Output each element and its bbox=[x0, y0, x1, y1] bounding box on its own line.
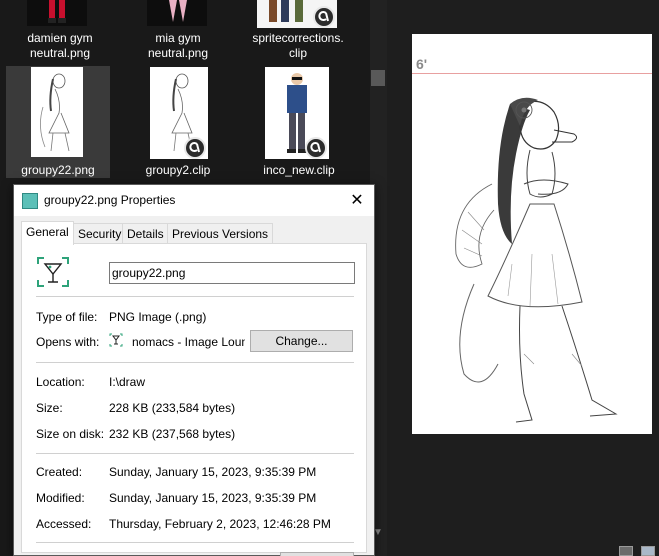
location-label: Location: bbox=[36, 375, 85, 389]
size-on-disk-label: Size on disk: bbox=[36, 427, 105, 441]
general-tab-panel: Type of file: PNG Image (.png) Opens wit… bbox=[21, 243, 367, 553]
thumbnail-groupy2-clip[interactable] bbox=[150, 67, 208, 159]
sketch-drawing-icon bbox=[40, 73, 70, 152]
thumbnail-mia[interactable] bbox=[147, 0, 207, 26]
modified-value: Sunday, January 15, 2023, 9:35:39 PM bbox=[109, 491, 317, 505]
accessed-label: Accessed: bbox=[36, 517, 92, 531]
file-label: groupy2.clip bbox=[145, 163, 211, 177]
file-type-icon bbox=[37, 257, 69, 287]
file-tile-mia-gym[interactable]: mia gym neutral.png bbox=[128, 31, 228, 61]
type-value: PNG Image (.png) bbox=[109, 310, 207, 324]
tab-general[interactable]: General bbox=[21, 221, 74, 245]
close-icon: ✕ bbox=[350, 192, 364, 209]
size-label: Size: bbox=[36, 401, 63, 415]
file-label: mia gym bbox=[155, 31, 201, 45]
dialog-titlebar[interactable]: groupy22.png Properties ✕ bbox=[14, 185, 374, 216]
created-label: Created: bbox=[36, 465, 83, 479]
accessed-value: Thursday, February 2, 2023, 12:46:28 PM bbox=[109, 517, 331, 531]
attributes-button[interactable] bbox=[280, 552, 354, 556]
preview-pane: 6' bbox=[387, 0, 659, 556]
file-label: damien gym bbox=[27, 31, 93, 45]
tab-label: General bbox=[26, 225, 69, 239]
created-value: Sunday, January 15, 2023, 9:35:39 PM bbox=[109, 465, 317, 479]
file-label: clip bbox=[288, 46, 307, 60]
file-label: inco_new.clip bbox=[263, 163, 335, 177]
tab-label: Security bbox=[78, 227, 122, 241]
character-sprite-icon bbox=[48, 0, 66, 23]
opens-with-label: Opens with: bbox=[36, 335, 100, 349]
thumbnail-inco-new-clip[interactable] bbox=[265, 67, 329, 159]
large-icons-view-icon[interactable] bbox=[641, 546, 655, 556]
dialog-title: groupy22.png Properties bbox=[44, 193, 176, 207]
file-label: neutral.png bbox=[147, 46, 209, 60]
file-tile-groupy22-png[interactable]: groupy22.png bbox=[6, 163, 110, 178]
close-button[interactable]: ✕ bbox=[340, 185, 374, 216]
location-value: I:\draw bbox=[109, 375, 146, 389]
separator bbox=[36, 296, 354, 297]
character-sprite-icon bbox=[169, 0, 187, 22]
thumbnail-groupy22-png[interactable] bbox=[31, 67, 83, 157]
separator bbox=[36, 542, 354, 543]
file-tile-inco-new-clip[interactable]: inco_new.clip bbox=[247, 163, 351, 178]
nomacs-icon bbox=[109, 333, 123, 347]
opens-with-value: nomacs - Image Lounge bbox=[132, 335, 245, 349]
file-label: spritecorrections. bbox=[252, 31, 344, 45]
tab-label: Details bbox=[127, 227, 164, 241]
separator bbox=[36, 362, 354, 363]
size-value: 228 KB (233,584 bytes) bbox=[109, 401, 236, 415]
type-label: Type of file: bbox=[36, 310, 98, 324]
clip-studio-badge-icon bbox=[313, 6, 335, 28]
tab-label: Previous Versions bbox=[172, 227, 269, 241]
separator bbox=[36, 453, 354, 454]
modified-label: Modified: bbox=[36, 491, 85, 505]
filename-field[interactable] bbox=[109, 262, 355, 284]
tab-details[interactable]: Details bbox=[122, 223, 169, 244]
properties-dialog: groupy22.png Properties ✕ General Securi… bbox=[13, 184, 375, 556]
file-tile-damien-gym[interactable]: damien gym neutral.png bbox=[10, 31, 110, 61]
image-preview: 6' bbox=[412, 34, 652, 434]
change-button[interactable]: Change... bbox=[250, 330, 353, 352]
clip-studio-badge-icon bbox=[305, 137, 327, 159]
file-tile-spritecorrections[interactable]: spritecorrections. clip bbox=[243, 31, 353, 61]
file-label: groupy22.png bbox=[21, 163, 95, 177]
file-tile-groupy2-clip[interactable]: groupy2.clip bbox=[128, 163, 228, 178]
file-label: neutral.png bbox=[29, 46, 91, 60]
character-sketch-illustration bbox=[455, 97, 618, 423]
clip-studio-badge-icon bbox=[184, 137, 206, 159]
thumbnail-spritecorrections[interactable] bbox=[257, 0, 337, 28]
thumbnail-damien[interactable] bbox=[27, 0, 87, 26]
nomacs-app-icon bbox=[22, 193, 38, 209]
details-view-icon[interactable] bbox=[619, 546, 633, 556]
tab-security[interactable]: Security bbox=[73, 223, 127, 244]
scrollbar-thumb[interactable] bbox=[371, 70, 385, 86]
size-on-disk-value: 232 KB (237,568 bytes) bbox=[109, 427, 236, 441]
tab-previous-versions[interactable]: Previous Versions bbox=[167, 223, 274, 244]
